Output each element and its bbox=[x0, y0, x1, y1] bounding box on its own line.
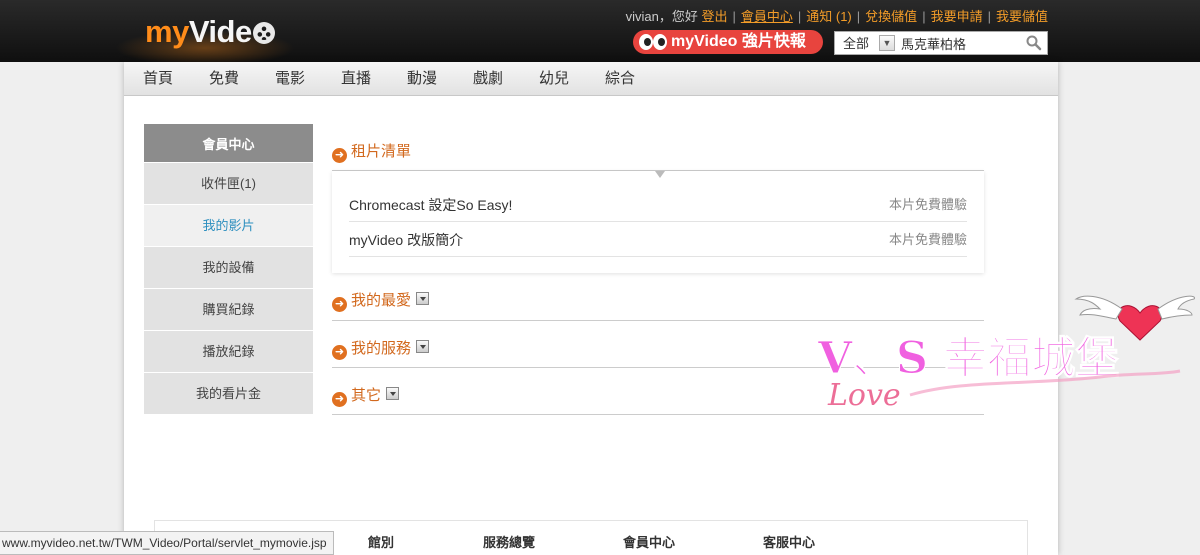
services-section-title[interactable]: ➜ 我的服務 bbox=[332, 339, 430, 360]
favorites-section-title[interactable]: ➜ 我的最愛 bbox=[332, 291, 430, 312]
expand-toggle-icon[interactable] bbox=[386, 387, 400, 400]
user-links: vivian，您好 登出 | 會員中心 | 通知 (1) | 兌換儲值 | 我要申請 | 我要儲值 bbox=[626, 6, 1048, 25]
browser-status-bar: www.myvideo.net.tw/TWM_Video/Portal/serv… bbox=[0, 531, 334, 555]
sidebar-item-viewing-credit[interactable]: 我的看片金 bbox=[144, 372, 313, 414]
promo-banner-button[interactable]: myVideo 強片快報 bbox=[633, 30, 823, 54]
sidebar-item-my-devices[interactable]: 我的設備 bbox=[144, 246, 313, 288]
top-bar: myVide vivian，您好 登出 | 會員中心 | 通知 (1) | 兌換儲值 | 我要申… bbox=[0, 0, 1200, 66]
separator: | bbox=[987, 9, 991, 24]
footer-member-heading[interactable]: 會員中心 bbox=[623, 532, 675, 551]
rent-list-row[interactable]: Chromecast 設定So Easy! 本片免費體驗 bbox=[349, 188, 967, 222]
search-input[interactable] bbox=[897, 32, 1021, 54]
arrow-right-icon: ➜ bbox=[332, 297, 347, 312]
myvideo-logo[interactable]: myVide bbox=[145, 14, 275, 50]
logo-my: my bbox=[145, 14, 189, 49]
arrow-right-icon: ➜ bbox=[332, 345, 347, 360]
arrow-right-icon: ➜ bbox=[332, 392, 347, 407]
nav-item-kids[interactable]: 幼兒 bbox=[539, 62, 569, 96]
footer-services-heading[interactable]: 服務總覽 bbox=[483, 532, 535, 551]
others-section-title[interactable]: ➜ 其它 bbox=[332, 386, 400, 407]
top-up-link[interactable]: 我要儲值 bbox=[996, 9, 1048, 24]
rent-status: 本片免費體驗 bbox=[888, 197, 967, 212]
nav-item-drama[interactable]: 戲劇 bbox=[473, 62, 503, 96]
watermark-logo: V、S 幸福城堡 Love bbox=[817, 295, 1195, 413]
sidebar-item-my-videos[interactable]: 我的影片 bbox=[144, 204, 313, 246]
nav-item-movies[interactable]: 電影 bbox=[275, 62, 305, 96]
search-category-value: 全部 bbox=[843, 36, 870, 51]
nav-item-free[interactable]: 免費 bbox=[209, 62, 239, 96]
caret-down-icon bbox=[655, 171, 665, 178]
main-nav: 首頁 免費 電影 直播 動漫 戲劇 幼兒 綜合 bbox=[124, 62, 1058, 96]
logout-link[interactable]: 登出 bbox=[701, 9, 727, 24]
rent-status: 本片免費體驗 bbox=[888, 232, 967, 247]
watermark-text: V、S 幸福城堡 bbox=[817, 333, 1119, 384]
sidebar-item-inbox[interactable]: 收件匣(1) bbox=[144, 162, 313, 204]
watermark-script: Love bbox=[827, 378, 901, 413]
rent-list-row[interactable]: myVideo 改版簡介 本片免費體驗 bbox=[349, 223, 967, 257]
promo-label: myVideo 強片快報 bbox=[671, 33, 806, 50]
search-icon[interactable] bbox=[1025, 34, 1043, 52]
film-reel-icon bbox=[252, 22, 275, 44]
separator: | bbox=[797, 9, 802, 24]
sidebar-item-purchase-history[interactable]: 購買紀錄 bbox=[144, 288, 313, 330]
sidebar-title: 會員中心 bbox=[144, 124, 313, 162]
rent-list-title[interactable]: ➜ 租片清單 bbox=[332, 142, 412, 163]
redeem-value-link[interactable]: 兌換儲值 bbox=[865, 9, 917, 24]
rent-list-panel: Chromecast 設定So Easy! 本片免費體驗 myVideo 改版簡… bbox=[332, 171, 984, 273]
expand-toggle-icon[interactable] bbox=[416, 292, 430, 305]
expand-toggle-icon[interactable] bbox=[416, 340, 430, 353]
notifications-link[interactable]: 通知 (1) bbox=[806, 9, 852, 24]
sidebar-item-play-history[interactable]: 播放紀錄 bbox=[144, 330, 313, 372]
username: vivian bbox=[625, 9, 659, 24]
member-center-link[interactable]: 會員中心 bbox=[741, 9, 793, 24]
greeting: ，您好 bbox=[658, 9, 698, 24]
rent-title[interactable]: Chromecast 設定So Easy! bbox=[349, 197, 512, 213]
footer-support-heading[interactable]: 客服中心 bbox=[763, 532, 815, 551]
search-bar: 全部 ▼ bbox=[834, 31, 1048, 55]
separator: | bbox=[922, 9, 926, 24]
apply-link[interactable]: 我要申請 bbox=[931, 9, 983, 24]
nav-item-anime[interactable]: 動漫 bbox=[407, 62, 437, 96]
separator: | bbox=[856, 9, 861, 24]
nav-item-home[interactable]: 首頁 bbox=[143, 62, 173, 96]
sidebar: 會員中心 收件匣(1) 我的影片 我的設備 購買紀錄 播放紀錄 我的看片金 bbox=[144, 124, 313, 414]
rent-list-label: 租片清單 bbox=[351, 143, 412, 160]
nav-item-live[interactable]: 直播 bbox=[341, 62, 371, 96]
rent-title[interactable]: myVideo 改版簡介 bbox=[349, 232, 463, 248]
favorites-label: 我的最愛 bbox=[351, 292, 412, 309]
eyes-icon bbox=[639, 34, 669, 50]
logo-video: Vide bbox=[188, 14, 252, 49]
arrow-right-icon: ➜ bbox=[332, 148, 347, 163]
services-label: 我的服務 bbox=[351, 340, 412, 357]
others-label: 其它 bbox=[351, 387, 382, 404]
separator: | bbox=[732, 9, 736, 24]
footer-channels-heading[interactable]: 館別 bbox=[368, 532, 394, 551]
chevron-down-icon[interactable]: ▼ bbox=[879, 35, 895, 51]
nav-item-variety[interactable]: 綜合 bbox=[605, 62, 635, 96]
